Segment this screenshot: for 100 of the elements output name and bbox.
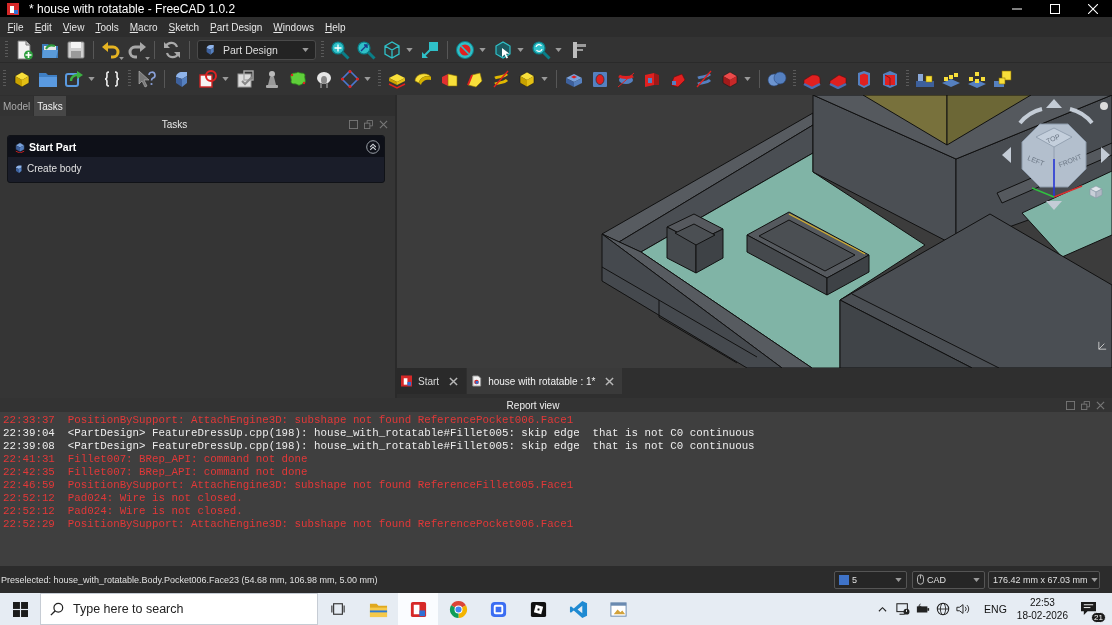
magnifier-arrow-icon[interactable] bbox=[356, 39, 376, 60]
caret-icon[interactable] bbox=[555, 47, 562, 52]
magnifier-refresh-icon[interactable] bbox=[531, 39, 551, 60]
task-action[interactable]: Create body bbox=[14, 163, 82, 174]
menu-item[interactable]: Sketch bbox=[163, 21, 205, 33]
cube-icon bbox=[14, 140, 26, 153]
menu-item[interactable]: Tools bbox=[89, 21, 125, 33]
round-logo-icon bbox=[448, 599, 468, 619]
task-view-icon[interactable] bbox=[331, 602, 345, 616]
status-message: Preselected: house_with_rotatable.Body.Pocket006.Face23 (54.68 mm, 106.98 mm, 5.00 mm) bbox=[1, 574, 378, 585]
log-line: 22:39:04 <PartDesign> FeatureDressUp.cpp(198): house_with_rotatable#Fillet005: skip edge that is not C0 continuous bbox=[3, 427, 755, 440]
caret-icon[interactable] bbox=[406, 47, 413, 52]
caret-icon[interactable] bbox=[517, 47, 524, 52]
panel-title: Tasks bbox=[160, 118, 189, 130]
cube-icon[interactable] bbox=[517, 69, 537, 89]
sheep-icon[interactable] bbox=[314, 69, 334, 89]
panel-tab[interactable]: Model bbox=[0, 96, 34, 116]
menu-item[interactable]: Part Design bbox=[204, 21, 268, 33]
tilted-square-icon bbox=[528, 599, 548, 619]
float-icon[interactable] bbox=[1066, 400, 1075, 410]
wireframe-cube-icon[interactable] bbox=[382, 39, 402, 60]
caret-icon[interactable] bbox=[479, 47, 486, 52]
battery-icon[interactable] bbox=[916, 602, 931, 616]
menu-item[interactable]: File bbox=[2, 21, 30, 33]
menu-item[interactable]: View bbox=[57, 21, 90, 33]
notification-icon[interactable] bbox=[1080, 601, 1097, 616]
hollow-box-icon[interactable] bbox=[880, 69, 900, 89]
caret-icon[interactable] bbox=[222, 77, 229, 81]
view-size-dropdown[interactable]: 176.42 mm x 67.03 mm bbox=[988, 570, 1100, 589]
log-line: 22:52:12 Pad024: Wire is not closed. bbox=[3, 505, 243, 518]
caret-up-icon[interactable] bbox=[878, 606, 888, 612]
search-icon bbox=[50, 602, 64, 616]
caret-icon[interactable] bbox=[744, 77, 751, 81]
stacked-cubes-icon[interactable] bbox=[993, 69, 1013, 89]
panel-tab[interactable]: Tasks bbox=[34, 96, 66, 116]
cursor-question-icon[interactable] bbox=[137, 69, 157, 89]
menu-item[interactable]: Macro bbox=[124, 21, 164, 33]
globe-icon[interactable] bbox=[936, 602, 951, 616]
logo-icon bbox=[401, 375, 412, 387]
workbench-dropdown[interactable]: Part Design bbox=[197, 39, 316, 60]
restore-icon[interactable] bbox=[364, 119, 373, 129]
arrow-out-icon[interactable] bbox=[64, 69, 84, 89]
counter-dropdown[interactable]: 5 bbox=[834, 570, 907, 589]
caret-icon bbox=[973, 577, 980, 582]
square-circle-icon[interactable] bbox=[198, 69, 218, 89]
collapse-icon[interactable] bbox=[366, 139, 380, 154]
caret-icon[interactable] bbox=[119, 57, 124, 60]
language-indicator[interactable]: ENG bbox=[984, 603, 1007, 615]
caret-icon[interactable] bbox=[541, 77, 548, 81]
log-line: 22:33:37 PositionBySupport: AttachEngine3D: subshape not found ReferencePocket006.Face1 bbox=[3, 414, 574, 427]
panel-title: Report view bbox=[505, 399, 561, 411]
close-icon[interactable] bbox=[605, 376, 615, 386]
diagonal-arrow-icon[interactable] bbox=[420, 39, 440, 60]
ring-of-cubes-icon[interactable] bbox=[967, 69, 987, 89]
maximize-icon[interactable] bbox=[1050, 3, 1060, 14]
blob-shape-icon[interactable] bbox=[288, 69, 308, 89]
menu-item[interactable]: Help bbox=[319, 21, 352, 33]
log-line: 22:39:08 <PartDesign> FeatureDressUp.cpp(198): house_with_rotatable#Fillet005: skip edge that is not C0 continuous bbox=[3, 440, 755, 453]
caret-icon[interactable] bbox=[145, 57, 150, 60]
restore-icon[interactable] bbox=[1081, 400, 1090, 410]
block-icon[interactable] bbox=[12, 69, 32, 89]
cube-cursor-icon[interactable] bbox=[493, 39, 513, 60]
clock-date[interactable]: 18-02-2026 bbox=[1016, 609, 1068, 622]
axis-icon bbox=[1097, 340, 1108, 351]
ribbon-logo-icon bbox=[568, 599, 588, 619]
document-tab[interactable]: house with rotatable : 1* bbox=[467, 368, 623, 394]
clock-time[interactable]: 22:53 bbox=[1029, 596, 1055, 609]
two-spheres-icon[interactable] bbox=[767, 69, 787, 89]
magnifier-plus-icon[interactable] bbox=[330, 39, 350, 60]
menu-item[interactable]: Edit bbox=[29, 21, 58, 33]
monitor-alert-icon[interactable] bbox=[896, 602, 911, 616]
caret-icon bbox=[302, 47, 309, 52]
rounded-block-icon bbox=[14, 163, 24, 174]
menu-item[interactable]: Windows bbox=[267, 21, 320, 33]
caret-icon bbox=[895, 577, 902, 582]
document-tab[interactable]: Start bbox=[397, 368, 467, 394]
diamond-outline-icon[interactable] bbox=[340, 69, 360, 89]
rounded-square-icon bbox=[488, 599, 508, 619]
search-field[interactable]: Type here to search bbox=[40, 593, 318, 625]
holed-block-icon[interactable] bbox=[590, 69, 610, 89]
speaker-icon[interactable] bbox=[956, 602, 971, 616]
rounded-block-icon bbox=[204, 43, 217, 56]
caret-icon[interactable] bbox=[364, 77, 371, 81]
windows-logo-icon bbox=[12, 601, 28, 617]
close-icon[interactable] bbox=[449, 376, 459, 386]
cut-helix-icon[interactable] bbox=[694, 69, 714, 89]
square-check-icon[interactable] bbox=[236, 69, 256, 89]
curved-left-arrow-icon[interactable] bbox=[101, 39, 121, 60]
helix-icon[interactable] bbox=[491, 69, 511, 89]
caret-icon[interactable] bbox=[88, 77, 95, 81]
document-plus-icon[interactable] bbox=[14, 39, 34, 60]
square-icon bbox=[839, 574, 849, 585]
task-box-title: Start Part bbox=[29, 140, 77, 153]
bent-pipe-icon[interactable] bbox=[465, 69, 485, 89]
braces-icon[interactable] bbox=[102, 69, 122, 89]
curved-right-arrow-icon[interactable] bbox=[127, 39, 147, 60]
no-entry-icon[interactable] bbox=[455, 39, 475, 60]
navigation-style-dropdown[interactable]: CAD bbox=[912, 570, 985, 589]
float-icon[interactable] bbox=[349, 119, 358, 129]
refresh-icon[interactable] bbox=[162, 39, 182, 60]
